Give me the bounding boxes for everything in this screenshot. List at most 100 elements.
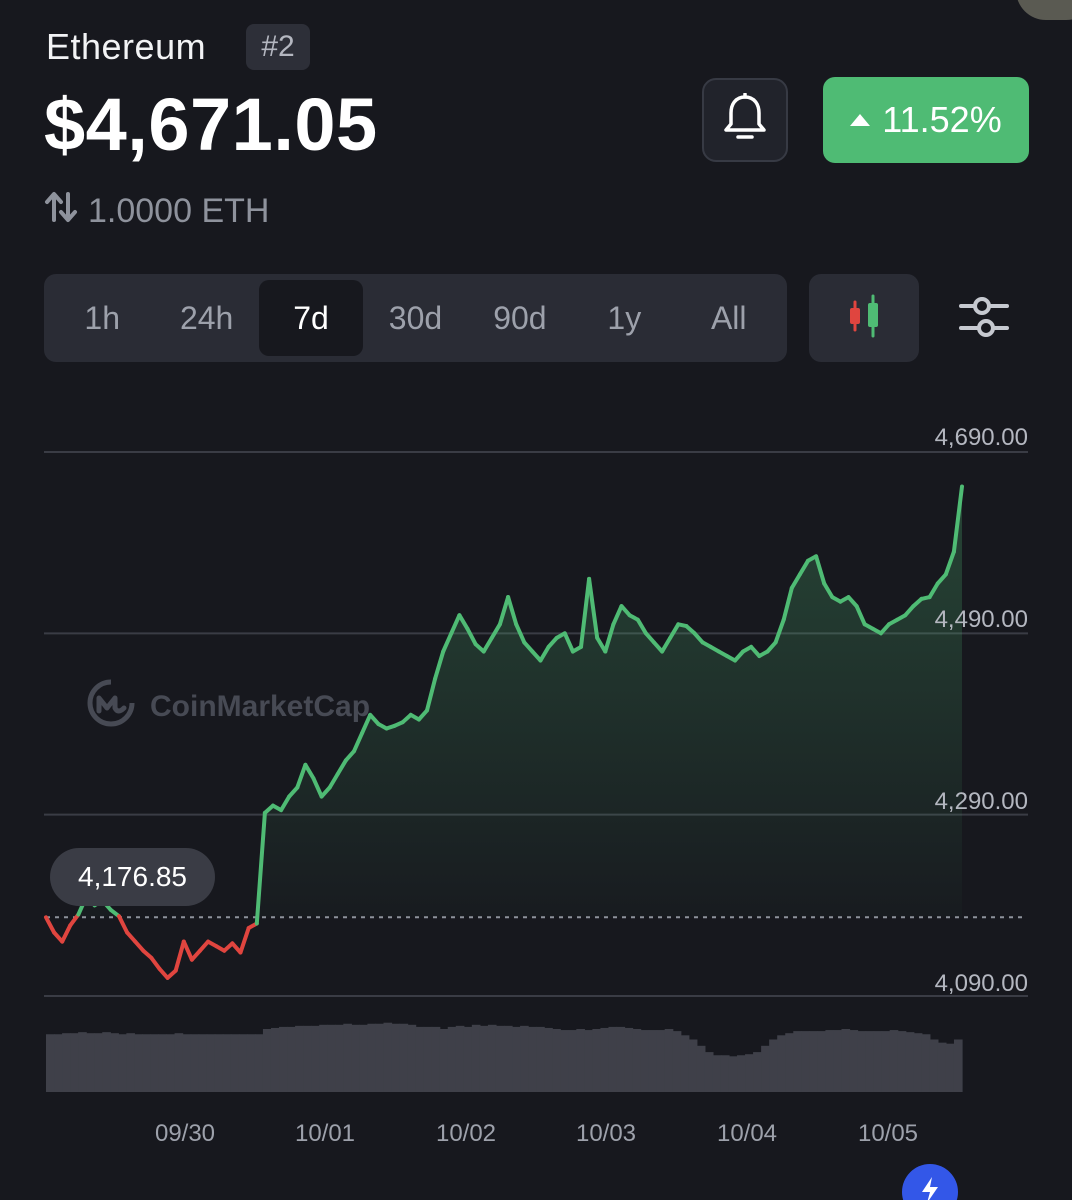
conversion-toggle[interactable]: 1.0000 ETH: [44, 190, 269, 233]
price-line-segment: [44, 915, 57, 935]
tab-1y[interactable]: 1y: [572, 280, 676, 356]
volume-bar: [439, 1029, 449, 1092]
volume-bar: [712, 1055, 722, 1092]
volume-bar: [70, 1033, 79, 1092]
candlestick-icon: [844, 294, 884, 343]
volume-bar: [929, 1039, 939, 1092]
volume-bar: [94, 1033, 103, 1092]
chart-type-button[interactable]: [809, 274, 919, 362]
corner-decoration: [1016, 0, 1072, 20]
price-chart-plot: [44, 451, 1028, 1092]
volume-bar: [279, 1026, 288, 1092]
volume-bar: [46, 1034, 55, 1092]
volume-bar: [865, 1031, 875, 1092]
tab-90d[interactable]: 90d: [468, 280, 572, 356]
volume-bar: [431, 1026, 441, 1092]
volume-bar: [608, 1026, 618, 1092]
volume-bar: [624, 1027, 634, 1092]
volume-bar: [479, 1025, 489, 1092]
volume-bar: [640, 1030, 650, 1092]
volume-bar: [745, 1054, 754, 1092]
volume-bar: [230, 1034, 240, 1092]
volume-bar: [262, 1029, 272, 1092]
volume-bar: [287, 1026, 296, 1092]
volume-bar: [383, 1022, 393, 1092]
volume-bar: [303, 1025, 312, 1092]
price-alert-button[interactable]: [702, 78, 788, 162]
volume-bar: [881, 1031, 891, 1092]
volume-bar: [664, 1029, 674, 1092]
volume-bar: [295, 1025, 304, 1092]
volume-bar: [62, 1033, 71, 1092]
volume-bar: [809, 1031, 818, 1092]
volume-bar: [560, 1030, 569, 1092]
volume-bar: [142, 1034, 152, 1092]
volume-bar: [761, 1045, 770, 1092]
volume-bar: [150, 1034, 160, 1092]
volume-bar: [319, 1024, 328, 1092]
price-line-segment: [60, 923, 73, 944]
bell-icon: [722, 91, 768, 148]
volume-bar: [455, 1025, 465, 1092]
volume-bar: [648, 1030, 658, 1092]
volume-bar: [391, 1023, 401, 1092]
volume-bar: [833, 1030, 843, 1092]
volume-bar: [222, 1034, 232, 1092]
volume-bar: [704, 1052, 714, 1092]
volume-bar: [270, 1027, 280, 1092]
chart-settings-button[interactable]: [950, 292, 1018, 346]
volume-bar: [600, 1027, 610, 1092]
volume-bar: [825, 1030, 835, 1092]
volume-bar: [86, 1033, 95, 1092]
volume-bar: [536, 1026, 545, 1092]
volume-bar: [407, 1024, 417, 1092]
price-line-segment: [181, 939, 194, 962]
price-line-segment: [117, 914, 130, 935]
date-tick-label: 10/02: [435, 1120, 497, 1147]
coinmarketcap-logo-icon: [86, 678, 136, 736]
volume-bar: [423, 1026, 433, 1092]
volume-bar: [351, 1024, 360, 1092]
date-tick-label: 10/03: [575, 1120, 637, 1147]
tab-30d[interactable]: 30d: [363, 280, 467, 356]
volume-bar: [953, 1039, 963, 1092]
volume-bar: [512, 1026, 521, 1092]
volume-bar: [584, 1030, 593, 1092]
lightning-icon: [919, 1176, 941, 1200]
asset-price: $4,671.05: [44, 83, 378, 166]
volume-bar: [720, 1055, 730, 1092]
volume-bar: [552, 1029, 561, 1092]
volume-bar: [206, 1034, 216, 1092]
date-tick-label: 10/01: [294, 1120, 356, 1147]
volume-bar: [495, 1025, 505, 1092]
tab-all[interactable]: All: [677, 280, 781, 356]
volume-bar: [246, 1034, 256, 1092]
volume-bar: [54, 1034, 63, 1092]
price-line-segment: [149, 955, 162, 971]
volume-bar: [777, 1035, 786, 1092]
volume-bar: [841, 1029, 851, 1092]
price-change-badge: 11.52%: [823, 77, 1029, 163]
tab-7d[interactable]: 7d: [258, 280, 364, 356]
volume-bar: [672, 1031, 682, 1092]
gridline-label: 4,090.00: [934, 970, 1028, 997]
price-change-value: 11.52%: [882, 99, 1002, 140]
volume-bar: [913, 1033, 923, 1092]
volume-bar: [238, 1034, 248, 1092]
volume-bar: [166, 1034, 176, 1092]
gridline-label: 4,690.00: [934, 424, 1028, 451]
volume-bar: [905, 1032, 915, 1092]
volume-bar: [335, 1024, 344, 1092]
volume-bar: [785, 1033, 794, 1092]
coinmarketcap-watermark: CoinMarketCap: [86, 678, 370, 736]
volume-bar: [447, 1026, 457, 1092]
price-chart[interactable]: CoinMarketCap 4,690.00 4,490.00 4,290.00…: [0, 400, 1072, 1200]
volume-bar: [793, 1031, 802, 1092]
rank-badge: #2: [246, 24, 310, 70]
volume-bar: [487, 1024, 497, 1092]
tab-24h[interactable]: 24h: [154, 280, 258, 356]
tab-1h[interactable]: 1h: [50, 280, 154, 356]
volume-bar: [198, 1034, 208, 1092]
swap-arrows-icon: [44, 190, 78, 233]
price-line-segment: [173, 939, 186, 973]
